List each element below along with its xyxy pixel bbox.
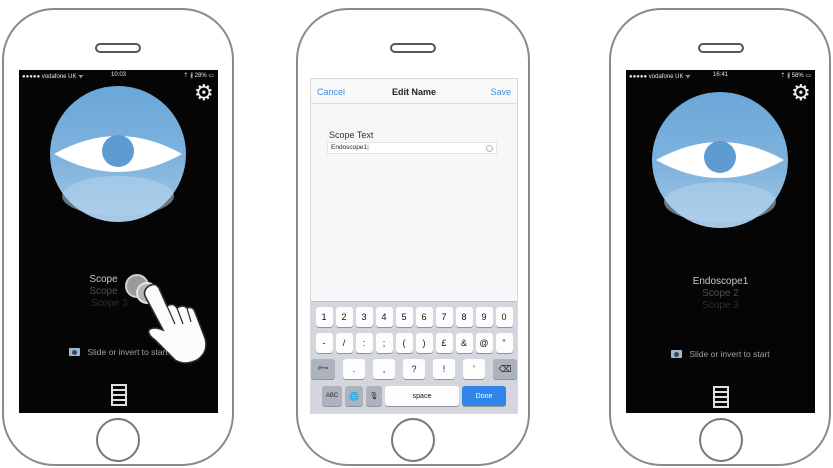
home-button[interactable] [96, 418, 140, 462]
navigation-bar: Cancel Edit Name Save [311, 79, 517, 104]
speaker-slot [390, 43, 436, 53]
keyboard-row-symbols: - / : ; ( ) £ & @ " [311, 333, 517, 353]
phone-frame-3: ●●●●● vodafone UK ᯤ 16:41 ⇡ ∦ 58% ▭ ⚙ En… [609, 8, 831, 466]
key[interactable]: 7 [435, 307, 453, 327]
save-button[interactable]: Save [490, 87, 511, 97]
clear-text-icon[interactable] [486, 145, 493, 152]
slide-to-start-text: Slide or invert to start [689, 349, 770, 359]
key[interactable]: 6 [415, 307, 433, 327]
scope-name-input[interactable]: Endoscope1| [327, 142, 497, 154]
key[interactable]: . [343, 359, 365, 379]
key[interactable]: ' [463, 359, 485, 379]
key[interactable]: 9 [475, 307, 493, 327]
scope-name-value: Endoscope1 [331, 144, 368, 151]
scope-text-label: Scope Text [329, 130, 374, 140]
main-screen: ●●●●● vodafone UK ᯤ 16:41 ⇡ ∦ 58% ▭ ⚙ En… [626, 70, 815, 413]
key[interactable]: ) [415, 333, 433, 353]
key[interactable]: ( [395, 333, 413, 353]
key[interactable]: , [373, 359, 395, 379]
key[interactable]: / [335, 333, 353, 353]
key[interactable]: 3 [355, 307, 373, 327]
space-key[interactable]: space [385, 386, 459, 406]
camera-icon [69, 348, 81, 356]
eye-logo-icon [50, 86, 186, 222]
eye-logo-icon [652, 92, 788, 228]
scope-picker[interactable]: Endoscope1 Scope 2 Scope 3 [626, 276, 815, 312]
more-symbols-key[interactable]: #+= [311, 359, 335, 379]
status-bar: ●●●●● vodafone UK ᯤ 10:03 ⇡ ∦ 28% ▭ [19, 70, 218, 82]
keyboard: 1 2 3 4 5 6 7 8 9 0 - / : ; ( ) £ & @ " … [311, 301, 517, 413]
speaker-slot [698, 43, 744, 53]
backspace-icon[interactable]: ⌫ [493, 359, 517, 379]
scope-item[interactable]: Scope 3 [626, 300, 815, 312]
phone-frame-1: ●●●●● vodafone UK ᯤ 10:03 ⇡ ∦ 28% ▭ ⚙ Sc… [2, 8, 234, 466]
home-button[interactable] [699, 418, 743, 462]
key[interactable]: 1 [315, 307, 333, 327]
camera-icon [671, 350, 683, 358]
key[interactable]: 5 [395, 307, 413, 327]
key[interactable]: " [495, 333, 513, 353]
key[interactable]: 8 [455, 307, 473, 327]
key[interactable]: ! [433, 359, 455, 379]
slide-to-start-text: Slide or invert to start [87, 347, 168, 357]
keyboard-row-punctuation: #+= . , ? ! ' ⌫ [311, 359, 517, 379]
keyboard-row-bottom: ABC 🌐 🎙 space Done [311, 386, 517, 406]
slide-to-start-row: Slide or invert to start [19, 347, 218, 357]
key[interactable]: & [455, 333, 473, 353]
key[interactable]: ? [403, 359, 425, 379]
key[interactable]: - [315, 333, 333, 353]
film-icon[interactable] [713, 386, 729, 408]
status-battery: ⇡ ∦ 58% ▭ [780, 73, 811, 79]
microphone-icon[interactable]: 🎙 [366, 386, 382, 406]
globe-icon[interactable]: 🌐 [345, 386, 363, 406]
status-bar: ●●●●● vodafone UK ᯤ 16:41 ⇡ ∦ 58% ▭ [626, 70, 815, 82]
done-button[interactable]: Done [462, 386, 506, 406]
key[interactable]: ; [375, 333, 393, 353]
gear-icon[interactable]: ⚙ [791, 82, 811, 104]
keyboard-row-numbers: 1 2 3 4 5 6 7 8 9 0 [311, 307, 517, 327]
key[interactable]: £ [435, 333, 453, 353]
main-screen: ●●●●● vodafone UK ᯤ 10:03 ⇡ ∦ 28% ▭ ⚙ Sc… [19, 70, 218, 413]
page-title: Edit Name [391, 87, 436, 97]
scope-item[interactable]: Endoscope1 [626, 276, 815, 288]
key[interactable]: 0 [495, 307, 513, 327]
home-button[interactable] [391, 418, 435, 462]
text-cursor: | [367, 144, 369, 151]
key[interactable]: 2 [335, 307, 353, 327]
film-icon[interactable] [111, 384, 127, 406]
key[interactable]: 4 [375, 307, 393, 327]
key[interactable]: : [355, 333, 373, 353]
gear-icon[interactable]: ⚙ [194, 82, 214, 104]
status-battery: ⇡ ∦ 28% ▭ [183, 73, 214, 79]
slide-to-start-row: Slide or invert to start [626, 349, 815, 359]
phone-frame-2: Cancel Edit Name Save Scope Text Endosco… [296, 8, 530, 466]
abc-key[interactable]: ABC [322, 386, 342, 406]
key[interactable]: @ [475, 333, 493, 353]
edit-name-screen: Cancel Edit Name Save Scope Text Endosco… [310, 78, 518, 414]
scope-item[interactable]: Scope 2 [626, 288, 815, 300]
speaker-slot [95, 43, 141, 53]
